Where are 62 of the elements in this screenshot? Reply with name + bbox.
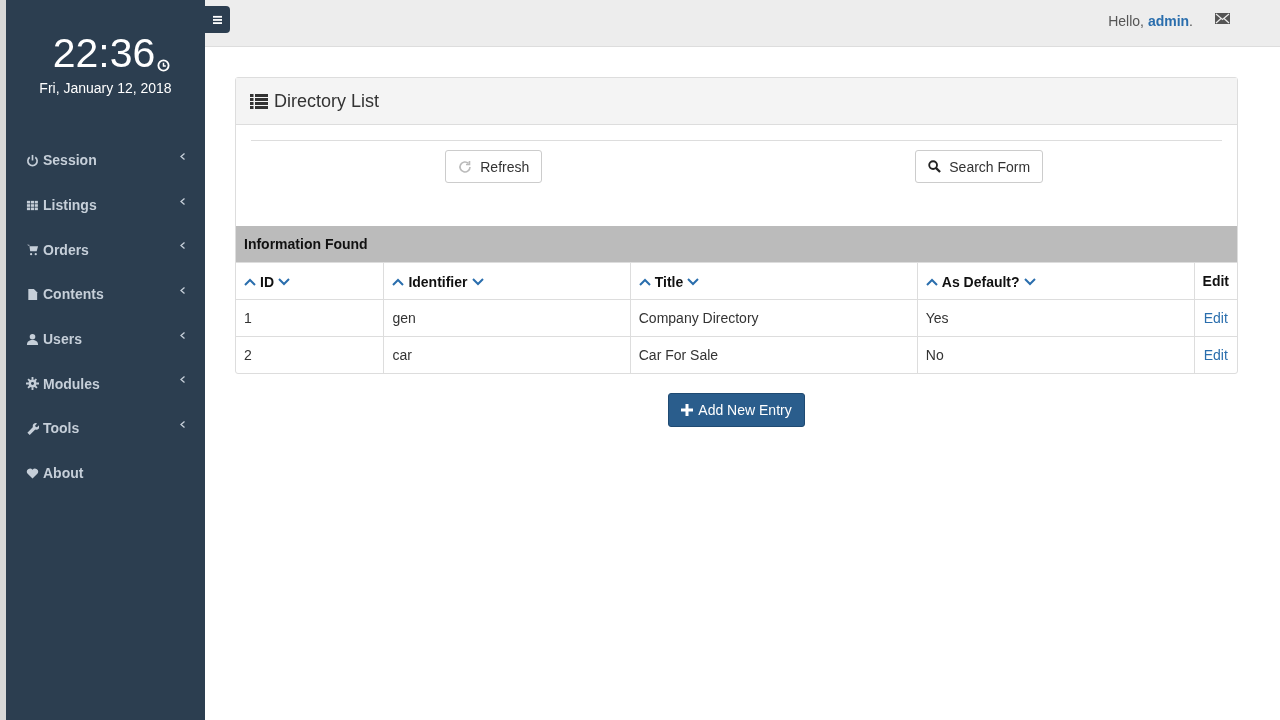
sort-up-icon[interactable] xyxy=(925,277,938,286)
table-cell: 1 xyxy=(236,299,384,337)
table-cell: 2 xyxy=(236,336,384,373)
table-cell: Yes xyxy=(917,299,1195,337)
chevron-icon xyxy=(180,197,185,205)
search-icon xyxy=(928,160,942,173)
table-cell: Car For Sale xyxy=(630,336,918,373)
sort-down-icon[interactable] xyxy=(471,277,484,286)
cart-icon xyxy=(26,243,39,257)
sort-down-icon[interactable] xyxy=(1023,277,1036,286)
sidebar-item[interactable]: Users xyxy=(6,316,205,362)
heart-icon xyxy=(26,466,39,480)
sort-down-icon[interactable] xyxy=(687,277,700,286)
chevron-icon xyxy=(180,331,185,339)
clock-icon xyxy=(157,59,171,72)
panel-title: Directory List xyxy=(274,90,380,112)
menu-toggle-button[interactable] xyxy=(205,6,230,33)
add-new-entry-button[interactable]: Add New Entry xyxy=(668,393,805,427)
chevron-icon xyxy=(180,420,185,428)
column-header: As Default? xyxy=(941,273,1020,290)
sidebar-item[interactable]: Orders xyxy=(6,227,205,273)
power-icon xyxy=(26,153,39,167)
grid-icon xyxy=(26,198,39,212)
clock-time: 22:36 xyxy=(52,32,156,74)
chevron-icon xyxy=(180,242,185,250)
chevron-icon xyxy=(180,152,185,160)
sidebar-item[interactable]: Session xyxy=(6,138,205,183)
file-icon xyxy=(26,287,39,301)
sort-up-icon[interactable] xyxy=(244,277,256,286)
refresh-button[interactable]: Refresh xyxy=(445,150,543,183)
column-header: ID xyxy=(260,273,274,290)
sidebar-item[interactable]: Modules xyxy=(6,361,205,407)
clock-date: Fri, January 12, 2018 xyxy=(38,80,173,96)
menu-icon xyxy=(213,15,222,24)
sort-up-icon[interactable] xyxy=(392,277,405,286)
sort-down-icon[interactable] xyxy=(278,277,290,286)
section-header: Information Found xyxy=(236,226,1237,262)
refresh-icon xyxy=(458,159,473,174)
sidebar-item[interactable]: Tools xyxy=(6,406,205,451)
table-cell: car xyxy=(383,336,631,373)
search-form-button[interactable]: Search Form xyxy=(915,150,1044,183)
wrench-icon xyxy=(26,421,39,435)
table-cell: gen xyxy=(383,299,631,337)
table-cell: No xyxy=(917,336,1195,373)
sidebar-item[interactable]: Contents xyxy=(6,272,205,317)
column-header: Identifier xyxy=(408,273,468,290)
sort-up-icon[interactable] xyxy=(638,277,651,286)
greeting-text: Hello, admin. xyxy=(1108,13,1193,29)
edit-link[interactable]: Edit xyxy=(1203,310,1228,326)
mail-icon[interactable] xyxy=(1215,13,1230,24)
user-icon xyxy=(26,332,39,346)
gear-icon xyxy=(26,377,39,391)
column-header: Edit xyxy=(1202,273,1229,289)
table-cell: Company Directory xyxy=(630,299,918,337)
sidebar-item[interactable]: Listings xyxy=(6,182,205,228)
list-icon xyxy=(250,93,268,109)
edit-link[interactable]: Edit xyxy=(1203,347,1228,363)
chevron-icon xyxy=(180,286,185,294)
column-header: Title xyxy=(654,273,684,290)
chevron-icon xyxy=(180,376,185,384)
sidebar-item[interactable]: About xyxy=(6,450,205,496)
plus-icon xyxy=(681,404,694,416)
